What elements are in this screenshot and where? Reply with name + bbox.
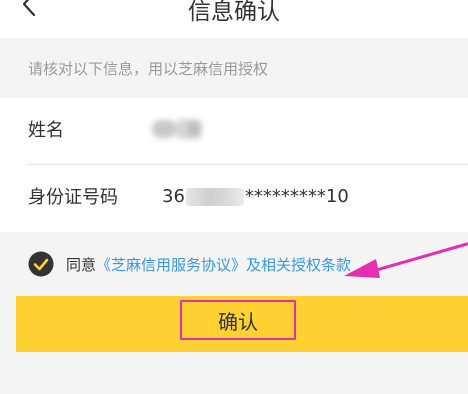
- id-prefix: 36: [162, 186, 185, 207]
- name-row: 姓名: [0, 98, 468, 164]
- info-card: 姓名 身份证号码 36 *********10: [0, 98, 468, 232]
- bottom-spacer: [0, 352, 468, 394]
- agreement-prefix: 同意: [66, 256, 97, 274]
- id-row: 身份证号码 36 *********10: [0, 165, 468, 231]
- confirm-highlight-box[interactable]: 确认: [180, 300, 296, 340]
- id-suffix: *********10: [244, 186, 349, 207]
- info-confirm-page: 信息确认 请核对以下信息，用以芝麻信用授权 姓名 身份证号码 36 ******…: [0, 0, 468, 394]
- check-circle-icon[interactable]: [28, 251, 54, 277]
- confirm-label: 确认: [218, 309, 258, 334]
- annotation-arrow-icon: [344, 242, 468, 278]
- agreement-text: 同意《芝麻信用服务协议》及相关授权条款: [66, 254, 351, 275]
- name-label: 姓名: [28, 120, 64, 141]
- page-title: 信息确认: [188, 0, 280, 25]
- nav-header: 信息确认: [0, 0, 468, 38]
- notice-text: 请核对以下信息，用以芝麻信用授权: [28, 60, 269, 78]
- id-masked-block: [185, 187, 244, 206]
- id-label: 身份证号码: [28, 187, 118, 208]
- id-number-value: 36 *********10: [162, 186, 349, 207]
- agreement-link[interactable]: 《芝麻信用服务协议》及相关授权条款: [96, 256, 351, 274]
- notice-bar: 请核对以下信息，用以芝麻信用授权: [0, 38, 468, 98]
- name-value-blurred: [152, 119, 202, 139]
